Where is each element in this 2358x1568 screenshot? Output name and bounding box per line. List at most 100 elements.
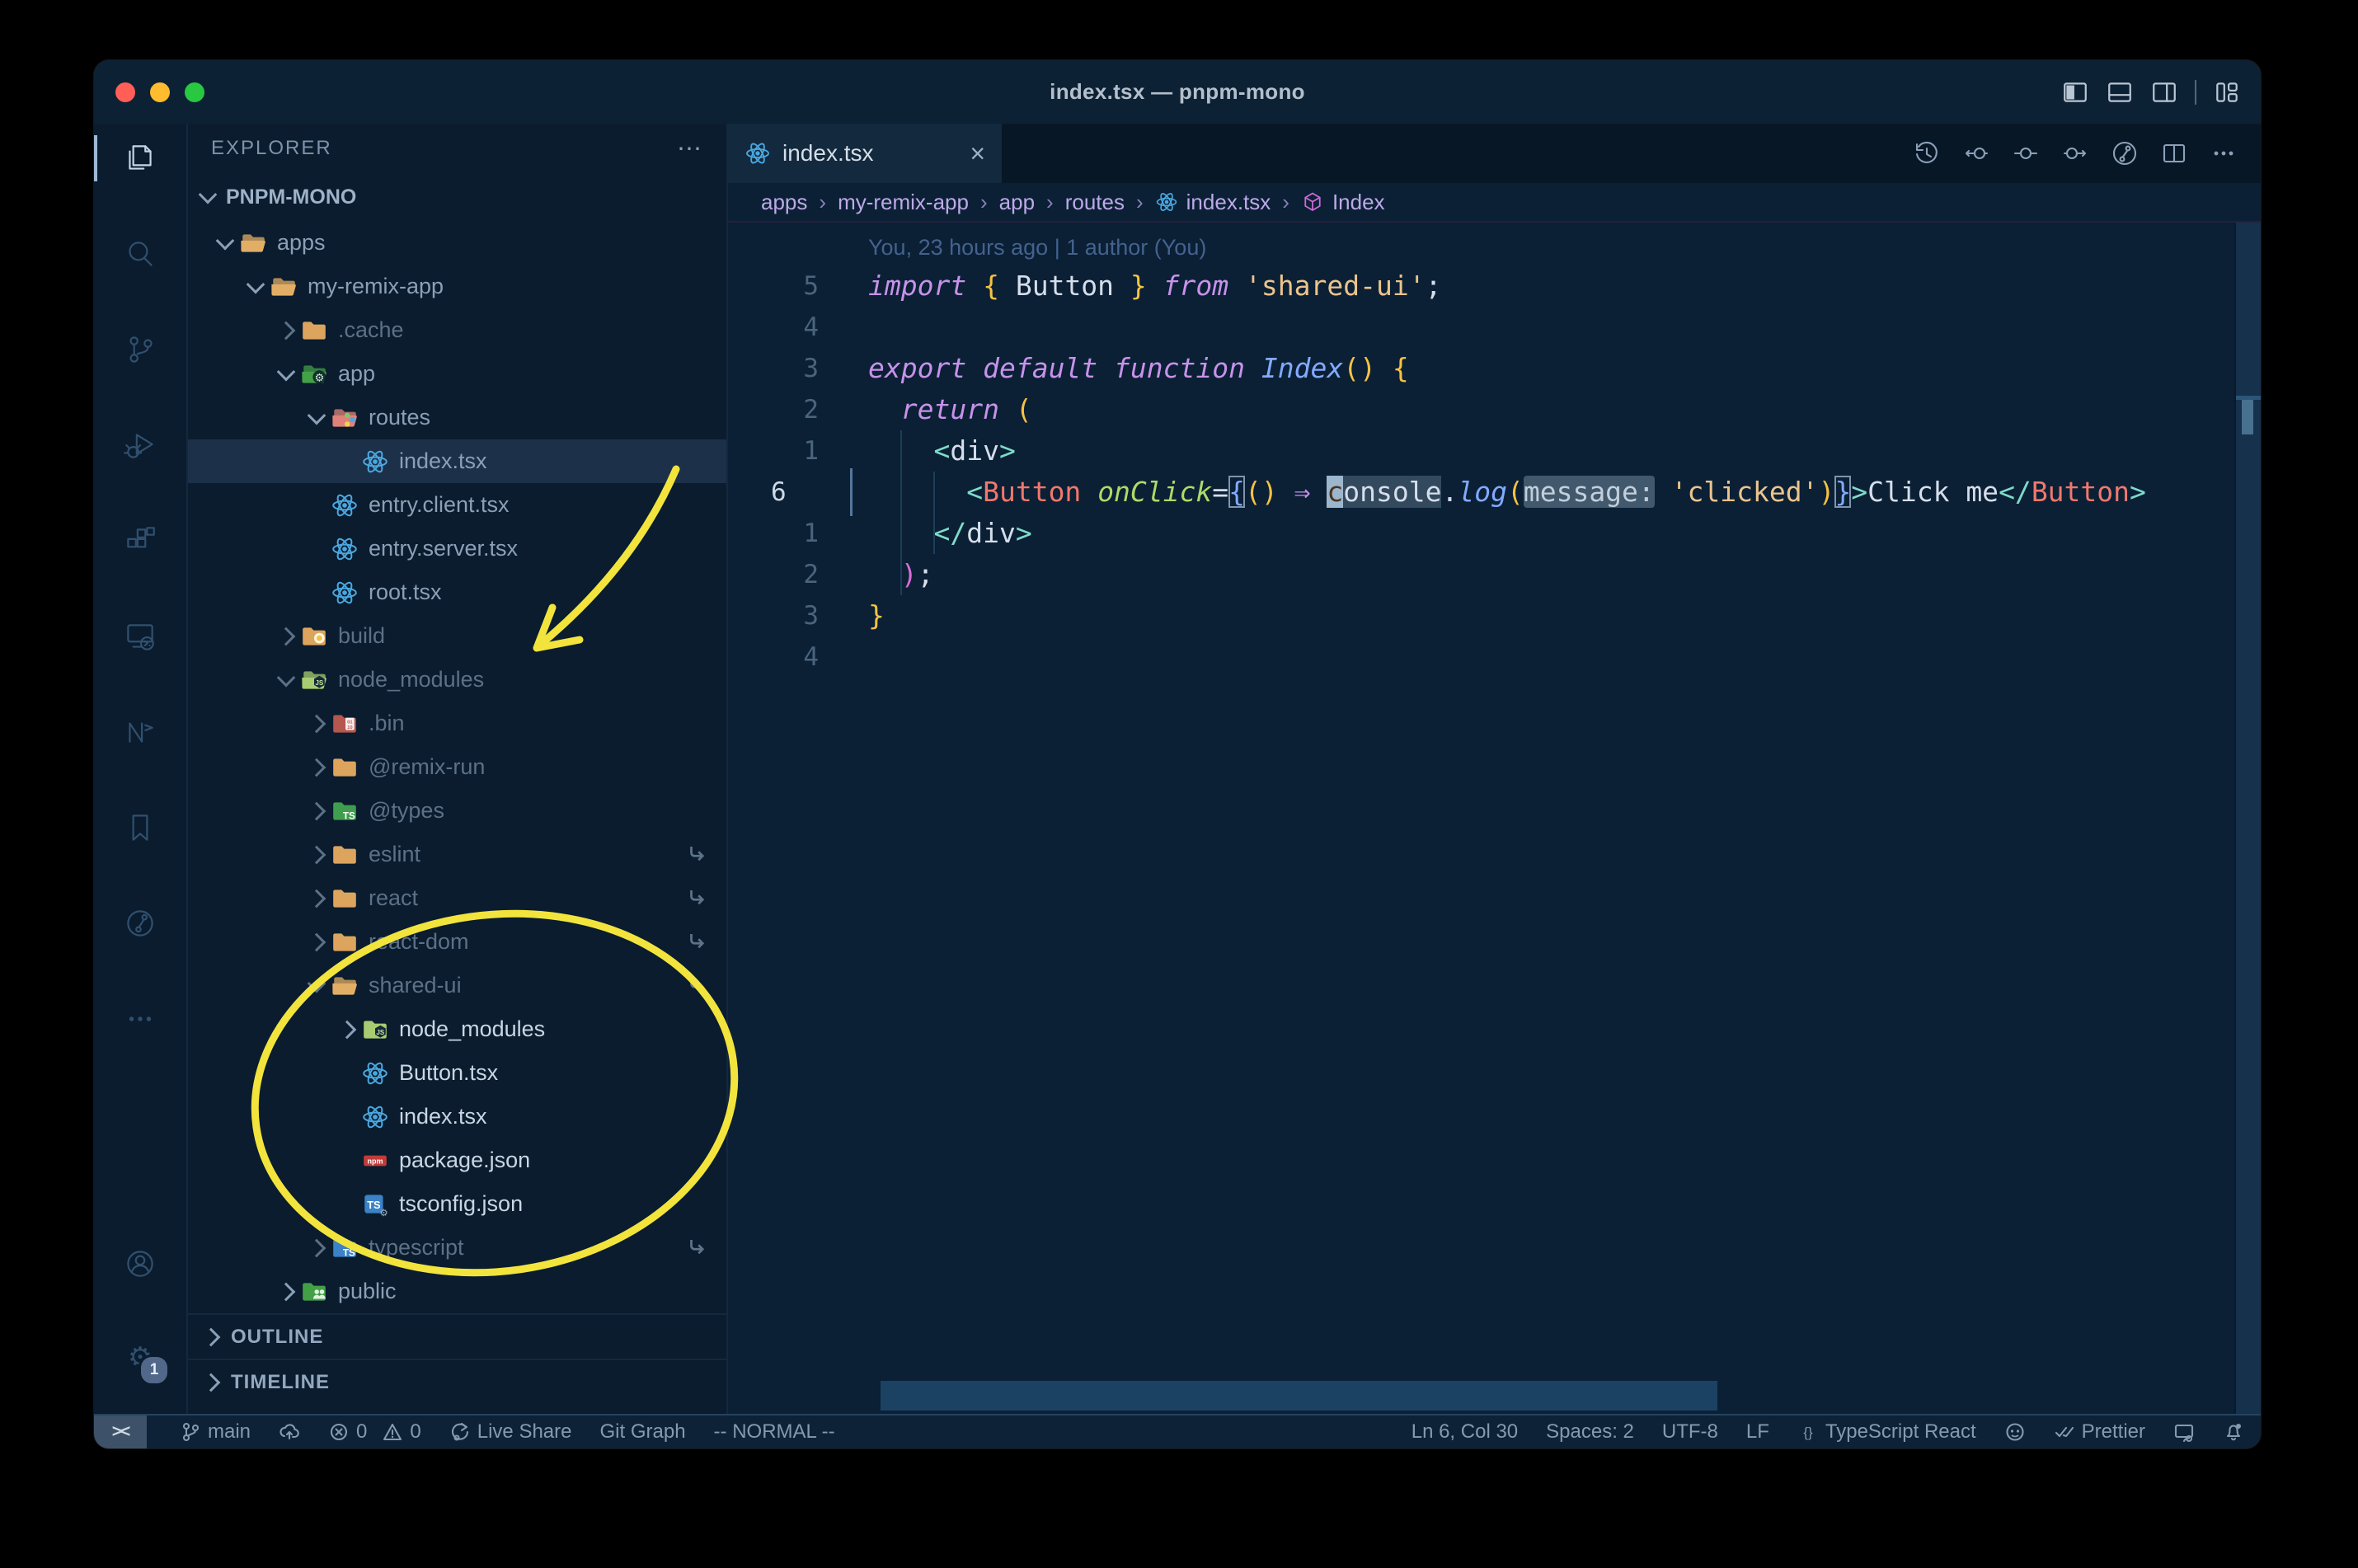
tree-item-apps[interactable]: apps xyxy=(188,221,726,265)
f-build-icon xyxy=(300,622,328,650)
minimize-window-button[interactable] xyxy=(150,82,170,102)
code-line[interactable]: 2 ); xyxy=(728,554,2261,595)
chevron-right-icon xyxy=(276,627,296,646)
line-number: 5 xyxy=(803,271,819,301)
toggle-primary-sidebar-icon[interactable] xyxy=(2061,78,2089,106)
vertical-scrollbar[interactable] xyxy=(2234,223,2261,1414)
timeline-history-icon[interactable] xyxy=(1913,139,1941,167)
status-live-share[interactable]: Live Share xyxy=(449,1420,572,1444)
tree-item-label: .bin xyxy=(369,711,405,735)
activity-explorer-icon[interactable] xyxy=(94,135,160,181)
tree-item-eslint[interactable]: eslint xyxy=(188,833,726,876)
outline-section[interactable]: OUTLINE xyxy=(188,1313,726,1359)
remote-indicator[interactable]: >< xyxy=(94,1415,147,1448)
activity-account-icon[interactable] xyxy=(120,1244,160,1284)
status-indentation[interactable]: Spaces: 2 xyxy=(1546,1420,1634,1444)
horizontal-scrollbar[interactable] xyxy=(881,1381,1717,1411)
activity-run-debug-icon[interactable] xyxy=(120,425,160,465)
nav-current-icon[interactable] xyxy=(2012,139,2040,167)
status-branch[interactable]: main xyxy=(180,1420,251,1444)
tree-item-routes[interactable]: routes xyxy=(188,396,726,439)
code-line[interactable]: 4 xyxy=(728,636,2261,678)
tree-item-node-modules[interactable]: JS node_modules xyxy=(188,658,726,702)
tree-item-app[interactable]: ⚙ app xyxy=(188,352,726,396)
breadcrumb-routes[interactable]: routes xyxy=(1065,190,1125,215)
nav-back-icon[interactable] xyxy=(1962,139,1990,167)
close-window-button[interactable] xyxy=(115,82,135,102)
tree-item-tsconfig-json[interactable]: TS ⚙ tsconfig.json xyxy=(188,1182,726,1226)
status-git-graph[interactable]: Git Graph xyxy=(600,1420,686,1444)
zoom-window-button[interactable] xyxy=(185,82,204,102)
workspace-section-header[interactable]: PNPM-MONO xyxy=(188,173,726,221)
tree-item--cache[interactable]: .cache xyxy=(188,308,726,352)
code-line[interactable]: 6 <Button onClick={() ⇒ console.log(mess… xyxy=(728,472,2261,513)
breadcrumb-apps[interactable]: apps xyxy=(761,190,807,215)
code-line[interactable]: 2 return ( xyxy=(728,389,2261,430)
tree-item--bin[interactable]: 01 10 .bin xyxy=(188,702,726,745)
tree-item-shared-ui[interactable]: shared-ui xyxy=(188,964,726,1007)
code-line[interactable]: 5 import { Button } from 'shared-ui'; xyxy=(728,265,2261,307)
tree-item--remix-run[interactable]: @remix-run xyxy=(188,745,726,789)
explorer-more-actions-icon[interactable]: ⋯ xyxy=(677,134,703,163)
tree-item-react-dom[interactable]: react-dom xyxy=(188,920,726,964)
nav-forward-icon[interactable] xyxy=(2061,139,2089,167)
tree-item-index-tsx[interactable]: index.tsx xyxy=(188,1095,726,1138)
breadcrumb-index[interactable]: Index xyxy=(1301,190,1385,215)
tree-item--types[interactable]: TS @types xyxy=(188,789,726,833)
toggle-secondary-sidebar-icon[interactable] xyxy=(2150,78,2178,106)
status-notifications[interactable] xyxy=(2223,1421,2244,1443)
status-cursor-position[interactable]: Ln 6, Col 30 xyxy=(1412,1420,1518,1444)
status-vim-mode[interactable]: -- NORMAL -- xyxy=(714,1420,835,1444)
tree-item-package-json[interactable]: npm package.json xyxy=(188,1138,726,1182)
tree-item-react[interactable]: react xyxy=(188,876,726,920)
activity-source-control-icon[interactable] xyxy=(120,330,160,369)
tree-item-typescript[interactable]: TS typescript xyxy=(188,1226,726,1270)
status-encoding[interactable]: UTF-8 xyxy=(1662,1420,1718,1444)
toggle-panel-icon[interactable] xyxy=(2106,78,2134,106)
tree-item-my-remix-app[interactable]: my-remix-app xyxy=(188,265,726,308)
status-sync[interactable] xyxy=(279,1421,300,1443)
split-editor-icon[interactable] xyxy=(2160,139,2188,167)
tree-item-entry-client-tsx[interactable]: entry.client.tsx xyxy=(188,483,726,527)
tree-item-entry-server-tsx[interactable]: entry.server.tsx xyxy=(188,527,726,570)
activity-settings-icon[interactable]: ⚙ 1 xyxy=(120,1338,170,1386)
tree-item-button-tsx[interactable]: Button.tsx xyxy=(188,1051,726,1095)
code-line[interactable]: 3} xyxy=(728,595,2261,636)
status-language-mode[interactable]: {} TypeScript React xyxy=(1797,1420,1975,1444)
activity-search-icon[interactable] xyxy=(120,234,160,274)
git-branch-circle-icon[interactable] xyxy=(2111,139,2139,167)
status-problems[interactable]: 00 xyxy=(328,1420,421,1444)
tree-item-public[interactable]: public xyxy=(188,1270,726,1313)
symlink-arrow-icon xyxy=(685,1236,710,1261)
activity-git-graph-icon[interactable] xyxy=(120,904,160,943)
tree-item-index-tsx[interactable]: index.tsx xyxy=(188,439,726,483)
breadcrumb-my-remix-app[interactable]: my-remix-app xyxy=(838,190,969,215)
breadcrumb-app[interactable]: app xyxy=(999,190,1035,215)
activity-extensions-icon[interactable] xyxy=(120,521,160,561)
activity-bookmarks-icon[interactable] xyxy=(120,808,160,847)
breadcrumb-index-tsx[interactable]: index.tsx xyxy=(1155,190,1271,215)
tree-item-build[interactable]: build xyxy=(188,614,726,658)
tab-index-tsx[interactable]: index.tsx × xyxy=(728,124,1002,183)
code-line[interactable]: 1 <div> xyxy=(728,430,2261,472)
customize-layout-icon[interactable] xyxy=(2213,78,2241,106)
activity-nx-console-icon[interactable] xyxy=(120,712,160,752)
activity-remote-explorer-icon[interactable] xyxy=(120,617,160,656)
timeline-section[interactable]: TIMELINE xyxy=(188,1359,726,1404)
status-live-share-contact[interactable] xyxy=(2173,1421,2195,1443)
tree-item-label: Button.tsx xyxy=(399,1060,499,1085)
code-line[interactable]: 4 xyxy=(728,307,2261,348)
close-tab-icon[interactable]: × xyxy=(970,140,985,167)
status-prettier[interactable]: Prettier xyxy=(2054,1420,2145,1444)
tree-item-root-tsx[interactable]: root.tsx xyxy=(188,570,726,614)
more-actions-icon[interactable] xyxy=(2210,139,2238,167)
breadcrumb: apps › my-remix-app › app › routes › index.tsx › I… xyxy=(728,183,2261,223)
status-eol[interactable]: LF xyxy=(1746,1420,1769,1444)
code-editor[interactable]: You, 23 hours ago | 1 author (You) 5 impo… xyxy=(728,223,2261,1414)
status-github[interactable] xyxy=(2004,1421,2026,1443)
activity-more-icon[interactable] xyxy=(120,999,160,1039)
code-line[interactable]: 1 </div> xyxy=(728,513,2261,554)
tree-item-node-modules[interactable]: JS node_modules xyxy=(188,1007,726,1051)
workspace-name: PNPM-MONO xyxy=(226,185,357,209)
code-line[interactable]: 3 export default function Index() { xyxy=(728,348,2261,389)
